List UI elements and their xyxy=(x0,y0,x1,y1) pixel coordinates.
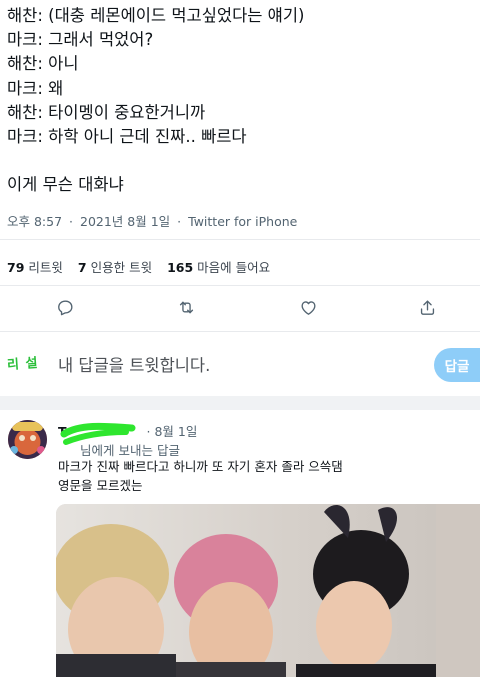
avatar[interactable] xyxy=(8,420,47,459)
tweet-date[interactable]: 2021년 8월 1일 xyxy=(80,214,170,229)
tweet-line: 해찬: (대충 레몬에이드 먹고싶었다는 얘기) xyxy=(7,6,305,25)
stat-count: 165 xyxy=(167,260,194,275)
share-icon xyxy=(420,299,434,315)
reply-submit-button[interactable]: 답글 xyxy=(434,348,480,382)
stat-count: 7 xyxy=(77,260,87,275)
stat-label: 마음에 들어요 xyxy=(197,260,271,275)
stat-label: 인용한 트윗 xyxy=(90,260,153,275)
photo-image xyxy=(56,504,480,677)
tweet-meta: 오후 8:57 · 2021년 8월 1일 · Twitter for iPho… xyxy=(7,211,300,230)
reply-to-text: 님에게 보내는 답글 xyxy=(80,443,180,458)
retweet-button[interactable] xyxy=(175,296,197,318)
reply-button[interactable] xyxy=(54,296,76,318)
like-count[interactable]: 165 마음에 들어요 xyxy=(167,257,270,276)
tweet-source[interactable]: Twitter for iPhone xyxy=(188,214,297,229)
avatar-scribble: 리 설 xyxy=(6,355,40,373)
tweet-line: 해찬: 타이멩이 중요한거니까 xyxy=(7,102,206,122)
quote-count[interactable]: 7 인용한 트윗 xyxy=(78,257,152,276)
tweet-line: 해찬: 아니 xyxy=(7,54,79,74)
reply-to-line: 님에게 보내는 답글 xyxy=(58,440,180,459)
like-button[interactable] xyxy=(297,296,319,318)
divider xyxy=(0,239,480,240)
reply-photo[interactable] xyxy=(56,504,480,677)
heart-icon xyxy=(300,300,316,315)
reply-text-line: 영문을 모르겠는 xyxy=(58,477,143,493)
tweet-stats: 79 리트윗 7 인용한 트윗 165 마음에 들어요 xyxy=(7,257,281,276)
tweet-time[interactable]: 오후 8:57 xyxy=(7,214,62,229)
stat-label: 리트윗 xyxy=(28,260,63,275)
reply-icon xyxy=(57,299,73,315)
tweet-actions xyxy=(0,296,480,318)
tweet-line: 마크: 왜 xyxy=(7,78,64,98)
reply-date[interactable]: · 8월 1일 xyxy=(147,424,198,439)
reply-text-line: 마크가 진짜 빠르다고 하니까 또 자기 혼자 졸라 으쓱댐 xyxy=(58,459,343,474)
tweet-line: 마크: 하학 아니 근데 진짜.. 빠르다 xyxy=(7,127,247,147)
avatar-image xyxy=(8,420,47,459)
retweet-icon xyxy=(179,301,193,313)
section-divider xyxy=(0,396,480,410)
composer-avatar[interactable]: 리 설 xyxy=(4,347,42,377)
tweet-closing-line: 이게 무슨 대화냐 xyxy=(7,175,124,195)
share-button[interactable] xyxy=(416,296,438,318)
meta-separator: · xyxy=(69,214,74,229)
reply-input[interactable]: 내 답글을 트윗합니다. xyxy=(58,352,210,376)
tweet-line: 마크: 그래서 먹었어? xyxy=(7,30,154,50)
divider xyxy=(0,331,480,332)
meta-separator: · xyxy=(177,214,182,229)
reply-text: 마크가 진짜 빠르다고 하니까 또 자기 혼자 졸라 으쓱댐 영문을 모르겠는 xyxy=(58,458,343,495)
stat-count: 79 xyxy=(7,260,25,275)
divider xyxy=(0,285,480,286)
retweet-count[interactable]: 79 리트윗 xyxy=(7,257,63,276)
tweet-body: 해찬: (대충 레몬에이드 먹고싶었다는 얘기) 마크: 그래서 먹었어? 해찬… xyxy=(7,4,473,197)
